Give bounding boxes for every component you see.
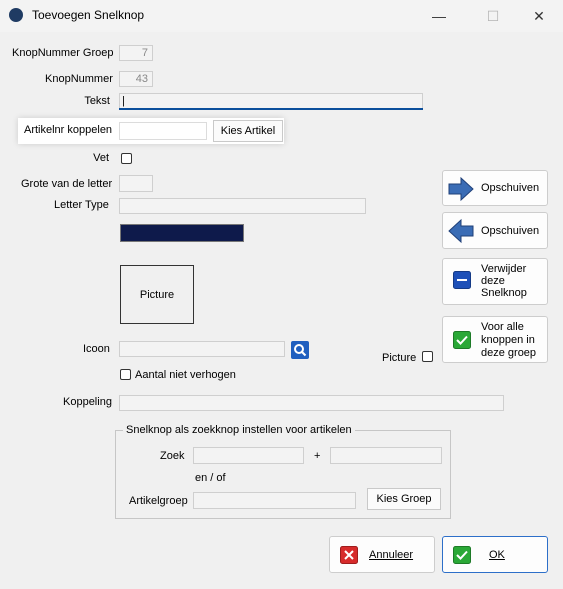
close-button[interactable]: ✕	[529, 6, 549, 26]
arrow-right-icon	[448, 176, 474, 202]
artikelnr-input[interactable]	[119, 122, 207, 140]
vet-checkbox[interactable]	[121, 153, 132, 164]
koppeling-input[interactable]	[119, 395, 504, 411]
zoek-groupbox-title: Snelknop als zoekknop instellen voor art…	[123, 424, 355, 436]
picture-preview[interactable]: Picture	[120, 265, 194, 324]
verwijder-snelknop-button[interactable]: Verwijder deze Snelknop	[442, 258, 548, 305]
artikelgroep-label: Artikelgroep	[129, 495, 188, 507]
window-title: Toevoegen Snelknop	[32, 8, 145, 22]
verwijder-label-line3: Snelknop	[481, 287, 527, 299]
icoon-label: Icoon	[83, 343, 110, 355]
letter-type-label: Letter Type	[54, 199, 109, 211]
annuleer-button[interactable]: Annuleer	[329, 536, 435, 573]
check-icon	[453, 546, 471, 564]
kies-artikel-button[interactable]: Kies Artikel	[213, 120, 283, 142]
letter-type-input[interactable]	[119, 198, 366, 214]
opschuiven-left-label: Opschuiven	[481, 225, 540, 237]
app-icon	[9, 8, 23, 22]
aantal-niet-verhogen-checkbox[interactable]	[120, 369, 131, 380]
picture-preview-label: Picture	[139, 289, 175, 301]
x-icon	[340, 546, 358, 564]
grote-letter-input[interactable]	[119, 175, 153, 192]
tekst-focus-underline	[119, 108, 423, 110]
maximize-button[interactable]: ☐	[483, 6, 503, 26]
arrow-left-icon	[448, 218, 474, 244]
voor-alle-knoppen-button[interactable]: Voor alle knoppen in deze groep	[442, 316, 548, 363]
verwijder-label-line2: deze	[481, 275, 505, 287]
opschuiven-right-label: Opschuiven	[481, 182, 540, 194]
aantal-niet-verhogen-label: Aantal niet verhogen	[135, 369, 236, 381]
opschuiven-right-button[interactable]: Opschuiven	[442, 170, 548, 206]
check-icon	[453, 331, 471, 349]
picture-checkbox[interactable]	[422, 351, 433, 362]
verwijder-label-line1: Verwijder	[481, 263, 527, 275]
picture-checkbox-label: Picture	[382, 352, 417, 364]
minus-icon	[453, 271, 471, 289]
koppeling-label: Koppeling	[63, 396, 112, 408]
knopnummer-label: KnopNummer	[45, 73, 113, 85]
ok-button[interactable]: OK	[442, 536, 548, 573]
plus-label: +	[314, 450, 321, 462]
knopnummer-groep-label: KnopNummer Groep	[12, 47, 114, 59]
voor-alle-label-line2: knoppen in	[481, 334, 535, 346]
voor-alle-label-line1: Voor alle	[481, 321, 524, 333]
color-swatch[interactable]	[120, 224, 244, 242]
search-icon[interactable]	[291, 341, 309, 359]
kies-groep-button[interactable]: Kies Groep	[367, 488, 441, 510]
tekst-input[interactable]: |	[119, 93, 423, 109]
voor-alle-label-line3: deze groep	[481, 347, 537, 359]
zoek-label: Zoek	[160, 450, 185, 462]
knopnummer-field: 43	[119, 71, 153, 87]
ok-label: OK	[489, 549, 505, 561]
zoek-input-1[interactable]	[193, 447, 304, 464]
artikelgroep-input[interactable]	[193, 492, 356, 509]
opschuiven-left-button[interactable]: Opschuiven	[442, 212, 548, 249]
grote-letter-label: Grote van de letter	[21, 178, 113, 190]
tekst-label: Tekst	[84, 95, 110, 107]
en-of-label: en / of	[195, 472, 226, 484]
knopnummer-groep-field: 7	[119, 45, 153, 61]
icoon-input[interactable]	[119, 341, 285, 357]
minimize-button[interactable]: —	[429, 6, 449, 26]
artikelnr-label: Artikelnr koppelen	[24, 124, 113, 136]
annuleer-label: Annuleer	[369, 549, 414, 561]
vet-label: Vet	[93, 152, 109, 164]
zoek-input-2[interactable]	[330, 447, 442, 464]
